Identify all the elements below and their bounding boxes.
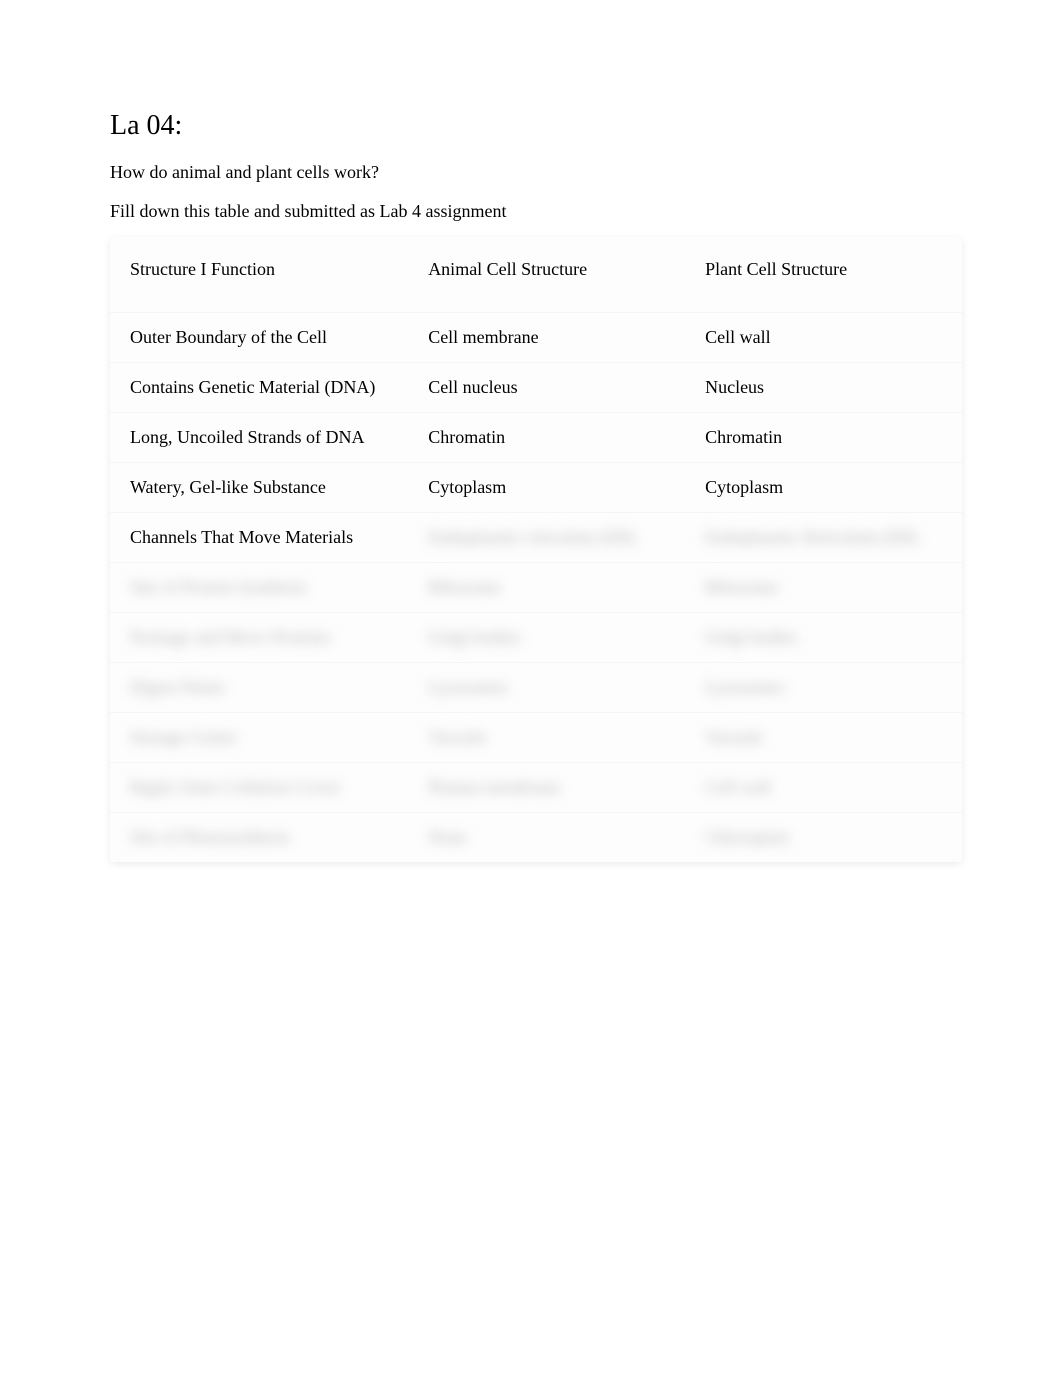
cell-plant: Nucleus [685,362,962,412]
cell-plant: Chromatin [685,412,962,462]
table-row: Long, Uncoiled Strands of DNA Chromatin … [110,412,962,462]
table-row: Site of Protein Synthesis Ribosome Ribos… [110,562,962,612]
cell-animal: Ribosome [408,562,685,612]
cell-animal: Endoplasmic reticulum (ER) [408,512,685,562]
instruction-text: Fill down this table and submitted as La… [110,201,962,222]
table-row: Channels That Move Materials Endoplasmic… [110,512,962,562]
cell-animal: Chromatin [408,412,685,462]
table-container: Structure I Function Animal Cell Structu… [110,237,962,862]
cell-function: Site of Protein Synthesis [110,562,408,612]
cell-function: Watery, Gel-like Substance [110,462,408,512]
table-row: Package and Move Proteins Golgi bodies G… [110,612,962,662]
table-header-row: Structure I Function Animal Cell Structu… [110,237,962,312]
cell-function: Channels That Move Materials [110,512,408,562]
subtitle-text: How do animal and plant cells work? [110,162,962,183]
cell-plant: Chloroplast [685,812,962,862]
cell-function: Outer Boundary of the Cell [110,312,408,362]
cell-plant: Ribosome [685,562,962,612]
cell-plant: Golgi bodies [685,612,962,662]
cell-animal: Vacuole [408,712,685,762]
cell-animal: Golgi bodies [408,612,685,662]
cell-function: Long, Uncoiled Strands of DNA [110,412,408,462]
header-plant-cell: Plant Cell Structure [685,237,962,312]
cell-plant: Endoplasmic Reticulum (ER) [685,512,962,562]
cell-function: Site of Photosynthesis [110,812,408,862]
table-row: Watery, Gel-like Substance Cytoplasm Cyt… [110,462,962,512]
cell-plant: Lysosomes [685,662,962,712]
page-title: La 04: [110,110,962,142]
cell-structure-table: Structure I Function Animal Cell Structu… [110,237,962,862]
cell-function: Contains Genetic Material (DNA) [110,362,408,412]
cell-function: Package and Move Proteins [110,612,408,662]
cell-animal: Lysosomes [408,662,685,712]
cell-plant: Vacuole [685,712,962,762]
table-row: Contains Genetic Material (DNA) Cell nuc… [110,362,962,412]
table-row: Storage Center Vacuole Vacuole [110,712,962,762]
cell-animal: Plasma membrane [408,762,685,812]
cell-plant: Cytoplasm [685,462,962,512]
table-row: Site of Photosynthesis None Chloroplast [110,812,962,862]
cell-animal: Cell membrane [408,312,685,362]
cell-function: Storage Center [110,712,408,762]
header-animal-cell: Animal Cell Structure [408,237,685,312]
cell-plant: Cell wall [685,312,962,362]
table-row: Rigid, Outer Cellulose Cover Plasma memb… [110,762,962,812]
table-row: Outer Boundary of the Cell Cell membrane… [110,312,962,362]
cell-function: Rigid, Outer Cellulose Cover [110,762,408,812]
cell-plant: Cell wall [685,762,962,812]
table-row: Digest Waste Lysosomes Lysosomes [110,662,962,712]
cell-function: Digest Waste [110,662,408,712]
header-structure-function: Structure I Function [110,237,408,312]
cell-animal: Cytoplasm [408,462,685,512]
cell-animal: Cell nucleus [408,362,685,412]
cell-animal: None [408,812,685,862]
table-body: Outer Boundary of the Cell Cell membrane… [110,312,962,862]
